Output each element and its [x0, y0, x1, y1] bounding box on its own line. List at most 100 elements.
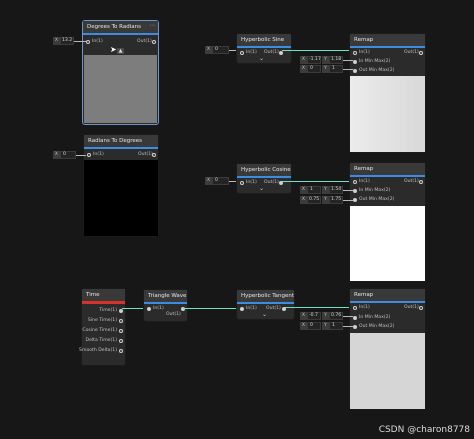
triangle-wave-node[interactable]: Triangle Wave In(1) Out(1)	[143, 289, 188, 322]
input-port[interactable]	[240, 51, 244, 55]
output-port[interactable]	[119, 329, 123, 333]
connection-wire	[343, 190, 353, 191]
out-port-label: Out(1)	[266, 306, 281, 311]
hyperbolic-sine-node[interactable]: Hyperbolic Sine In(1) Out(1) ⌄	[236, 33, 292, 64]
connection-wire	[343, 69, 353, 70]
degrees-to-radians-node[interactable]: Degrees To Radians ⋯ In(1) Out(1) ➤ ▲	[82, 20, 159, 125]
input-port[interactable]	[240, 307, 244, 311]
out-port-label: Out(1)	[137, 39, 152, 44]
out-min-max-label: Out Min Max(2)	[359, 324, 395, 329]
out-min-max-label: Out Min Max(2)	[359, 197, 395, 202]
node-title: Remap	[350, 289, 425, 301]
cosine-time-output-label: Cosine Time(1)	[82, 328, 117, 333]
axis-label: Y	[322, 186, 329, 194]
connection-wire	[285, 307, 354, 308]
radians-to-degrees-node[interactable]: Radians To Degrees In(1) Out(1)	[83, 134, 159, 237]
connection-wire	[74, 41, 86, 42]
node-title: Time	[82, 289, 125, 301]
cosine-input-field[interactable]: 0	[212, 177, 229, 185]
remap-node[interactable]: Remap In(1) Out(1) In Min Max(2) Out Min…	[349, 162, 426, 282]
axis-label: X	[300, 186, 307, 194]
in-port-label: In(1)	[92, 39, 103, 44]
output-port[interactable]	[419, 51, 423, 55]
out-port-label: Out(1)	[404, 50, 419, 55]
in-min-field[interactable]: 1	[307, 186, 321, 194]
remap-node[interactable]: Remap In(1) Out(1) In Min Max(2) Out Min…	[349, 288, 426, 410]
sine-time-output-label: Sine Time(1)	[87, 318, 117, 323]
axis-label: Y	[322, 56, 329, 64]
input-port[interactable]	[240, 181, 244, 185]
input-port[interactable]	[353, 180, 357, 184]
axis-label: X	[300, 322, 307, 330]
preview-area	[350, 76, 425, 152]
out-min-field[interactable]: 0	[307, 322, 321, 330]
in-max-field[interactable]: 0.76	[329, 312, 343, 320]
in-port-label: In(1)	[246, 306, 257, 311]
remap-node[interactable]: Remap In(1) Out(1) In Min Max(2) Out Min…	[349, 33, 426, 153]
node-title: Degrees To Radians	[83, 21, 158, 33]
connection-wire	[183, 308, 239, 309]
input-port[interactable]	[87, 153, 91, 157]
input-port[interactable]	[86, 40, 90, 44]
out-min-max-label: Out Min Max(2)	[359, 68, 395, 73]
axis-label: X	[53, 37, 60, 45]
chevron-up-icon[interactable]: ▲	[117, 48, 124, 54]
input-port[interactable]	[353, 69, 357, 73]
time-output-label: Time(1)	[99, 308, 117, 313]
output-port[interactable]	[119, 339, 123, 343]
out-min-field[interactable]: 0	[307, 65, 321, 73]
smooth-delta-output-label: Smooth Delta(1)	[79, 348, 117, 353]
out-max-field[interactable]: 1.75	[329, 196, 343, 204]
out-max-field[interactable]: 1	[329, 322, 343, 330]
ellipsis-icon[interactable]: ⋯	[149, 22, 155, 29]
connection-wire	[343, 326, 353, 327]
input-port[interactable]	[353, 306, 357, 310]
input-port[interactable]	[147, 307, 151, 311]
chevron-down-icon[interactable]: ⌄	[259, 55, 264, 62]
in-min-field[interactable]: -1.17	[307, 56, 321, 64]
output-port[interactable]	[419, 180, 423, 184]
node-title: Triangle Wave	[144, 290, 187, 302]
connection-wire	[76, 155, 86, 156]
output-port[interactable]	[419, 306, 423, 310]
in-max-field[interactable]: 1.18	[329, 56, 343, 64]
axis-label: X	[205, 46, 212, 54]
input-port[interactable]	[353, 325, 357, 329]
connection-wire	[343, 60, 353, 61]
in-min-field[interactable]: -0.7	[307, 312, 321, 320]
output-port[interactable]	[119, 349, 123, 353]
axis-label: X	[300, 312, 307, 320]
out-port-label: Out(1)	[264, 180, 279, 185]
node-accent-bar	[82, 301, 125, 304]
out-min-field[interactable]: 0.75	[307, 196, 321, 204]
output-port[interactable]	[152, 40, 156, 44]
output-port[interactable]	[119, 319, 123, 323]
preview-area	[350, 333, 425, 409]
delta-time-output-label: Delta Time(1)	[85, 338, 117, 343]
sine-input-field[interactable]: 0	[212, 46, 229, 54]
output-port[interactable]	[279, 51, 283, 55]
in-min-max-label: In Min Max(2)	[359, 188, 391, 193]
time-node[interactable]: Time Time(1) Sine Time(1) Cosine Time(1)…	[79, 288, 126, 366]
out-port-label: Out(1)	[166, 312, 181, 317]
input-port[interactable]	[353, 316, 357, 320]
degrees-input-field[interactable]: 13.2	[60, 37, 74, 45]
out-port-label: Out(1)	[138, 152, 153, 157]
chevron-down-icon[interactable]: ⌄	[259, 185, 264, 192]
hyperbolic-cosine-node[interactable]: Hyperbolic Cosine In(1) Out(1) ⌄	[236, 163, 292, 194]
chevron-down-icon[interactable]: ⌄	[262, 311, 267, 318]
preview-area	[350, 206, 425, 281]
radians-input-field[interactable]: 0	[60, 151, 76, 159]
input-port[interactable]	[353, 189, 357, 193]
output-port[interactable]	[119, 309, 123, 313]
input-port[interactable]	[353, 51, 357, 55]
node-title: Radians To Degrees	[84, 135, 158, 147]
axis-label: X	[300, 65, 307, 73]
out-max-field[interactable]: 1	[329, 65, 343, 73]
in-max-field[interactable]: 1.54	[329, 186, 343, 194]
output-port[interactable]	[152, 153, 156, 157]
hyperbolic-tangent-node[interactable]: Hyperbolic Tangent In(1) Out(1) ⌄	[236, 289, 295, 320]
axis-label: Y	[322, 196, 329, 204]
input-port[interactable]	[353, 198, 357, 202]
input-port[interactable]	[353, 60, 357, 64]
